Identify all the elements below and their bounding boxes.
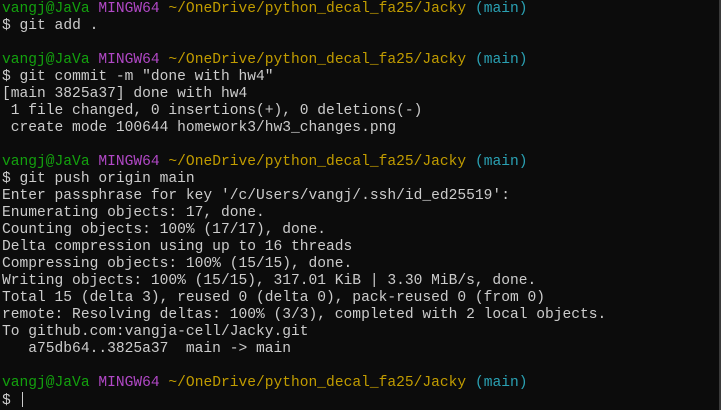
- prompt-line: vangj@JaVa MINGW64 ~/OneDrive/python_dec…: [2, 375, 717, 392]
- command-text: git add .: [19, 18, 99, 34]
- output-line: Enumerating objects: 17, done.: [2, 205, 717, 222]
- prompt-line: vangj@JaVa MINGW64 ~/OneDrive/python_dec…: [2, 52, 717, 69]
- prompt-user: vangj@JaVa: [2, 52, 90, 68]
- output-text: 1 file changed, 0 insertions(+), 0 delet…: [2, 103, 423, 119]
- prompt-path: ~/OneDrive/python_decal_fa25/Jacky: [168, 154, 467, 170]
- output-line: Delta compression using up to 16 threads: [2, 239, 717, 256]
- prompt-user: vangj@JaVa: [2, 154, 90, 170]
- prompt-branch: (main): [474, 375, 528, 391]
- output-text: Writing objects: 100% (15/15), 317.01 Ki…: [2, 273, 537, 289]
- output-line: remote: Resolving deltas: 100% (3/3), co…: [2, 307, 717, 324]
- prompt-symbol: $: [2, 18, 11, 34]
- output-line: Writing objects: 100% (15/15), 317.01 Ki…: [2, 273, 717, 290]
- output-text: To github.com:vangja-cell/Jacky.git: [2, 324, 309, 340]
- command-line: $ git add .: [2, 18, 717, 35]
- output-text: [main 3825a37] done with hw4: [2, 86, 248, 102]
- prompt-line: vangj@JaVa MINGW64 ~/OneDrive/python_dec…: [2, 1, 717, 18]
- output-line: Compressing objects: 100% (15/15), done.: [2, 256, 717, 273]
- prompt-path: ~/OneDrive/python_decal_fa25/Jacky: [168, 52, 467, 68]
- output-line: Total 15 (delta 3), reused 0 (delta 0), …: [2, 290, 717, 307]
- prompt-symbol: $: [2, 69, 11, 85]
- output-text: Compressing objects: 100% (15/15), done.: [2, 256, 353, 272]
- prompt-system: MINGW64: [98, 375, 160, 391]
- output-text: Enter passphrase for key '/c/Users/vangj…: [2, 188, 510, 204]
- text-cursor: [21, 392, 23, 407]
- command-text: git push origin main: [19, 171, 195, 187]
- prompt-branch: (main): [474, 154, 528, 170]
- command-line: $ git push origin main: [2, 171, 717, 188]
- prompt-system: MINGW64: [98, 52, 160, 68]
- command-line: $ git commit -m "done with hw4": [2, 69, 717, 86]
- prompt-system: MINGW64: [98, 1, 160, 17]
- prompt-path: ~/OneDrive/python_decal_fa25/Jacky: [168, 1, 467, 17]
- prompt-path: ~/OneDrive/python_decal_fa25/Jacky: [168, 375, 467, 391]
- output-line: [main 3825a37] done with hw4: [2, 86, 717, 103]
- prompt-user: vangj@JaVa: [2, 1, 90, 17]
- output-text: a75db64..3825a37 main -> main: [2, 341, 292, 357]
- command-text: git commit -m "done with hw4": [19, 69, 274, 85]
- output-line: a75db64..3825a37 main -> main: [2, 341, 717, 358]
- prompt-symbol: $: [2, 171, 11, 187]
- output-text: Delta compression using up to 16 threads: [2, 239, 353, 255]
- output-text: remote: Resolving deltas: 100% (3/3), co…: [2, 307, 607, 323]
- output-line: create mode 100644 homework3/hw3_changes…: [2, 120, 717, 137]
- output-text: Counting objects: 100% (17/17), done.: [2, 222, 327, 238]
- output-line: To github.com:vangja-cell/Jacky.git: [2, 324, 717, 341]
- prompt-branch: (main): [474, 1, 528, 17]
- prompt-line: vangj@JaVa MINGW64 ~/OneDrive/python_dec…: [2, 154, 717, 171]
- prompt-user: vangj@JaVa: [2, 375, 90, 391]
- output-text: Enumerating objects: 17, done.: [2, 205, 265, 221]
- output-line: Enter passphrase for key '/c/Users/vangj…: [2, 188, 717, 205]
- output-line: 1 file changed, 0 insertions(+), 0 delet…: [2, 103, 717, 120]
- prompt-branch: (main): [474, 52, 528, 68]
- terminal-output[interactable]: vangj@JaVa MINGW64 ~/OneDrive/python_dec…: [2, 1, 717, 409]
- output-text: Total 15 (delta 3), reused 0 (delta 0), …: [2, 290, 545, 306]
- output-text: create mode 100644 homework3/hw3_changes…: [2, 120, 397, 136]
- command-line: $: [2, 392, 717, 409]
- prompt-system: MINGW64: [98, 154, 160, 170]
- prompt-symbol: $: [2, 393, 11, 409]
- output-line: Counting objects: 100% (17/17), done.: [2, 222, 717, 239]
